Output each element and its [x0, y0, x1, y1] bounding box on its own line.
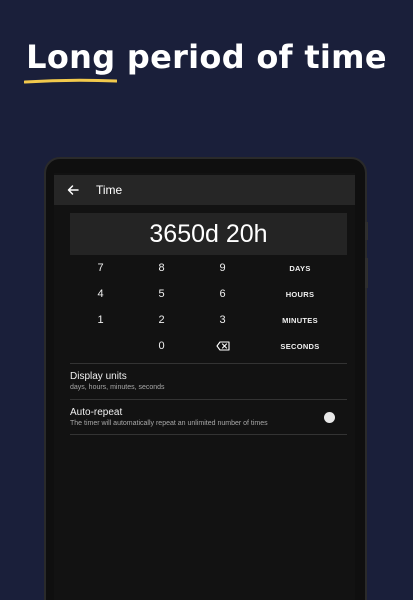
underline-decoration: [24, 78, 118, 84]
unit-minutes-button[interactable]: MINUTES: [253, 316, 347, 325]
backspace-icon: [215, 341, 230, 351]
display-units-setting[interactable]: Display units days, hours, minutes, seco…: [70, 371, 347, 391]
divider: [70, 434, 347, 435]
app-screen: Time 3650d 20h 7 8 9 DAYS 4 5 6 HOURS 1 …: [54, 173, 355, 600]
back-arrow-icon: [67, 185, 79, 195]
key-9[interactable]: 9: [192, 262, 253, 274]
setting-title: Auto-repeat: [70, 407, 123, 418]
key-3[interactable]: 3: [192, 314, 253, 326]
backspace-button[interactable]: [192, 340, 253, 352]
unit-seconds-button[interactable]: SECONDS: [253, 342, 347, 351]
key-1[interactable]: 1: [70, 314, 131, 326]
key-6[interactable]: 6: [192, 288, 253, 300]
divider: [70, 363, 347, 364]
keypad: 7 8 9 DAYS 4 5 6 HOURS 1 2 3 MINUTES 0 S…: [70, 255, 347, 359]
setting-subtitle: The timer will automatically repeat an u…: [70, 420, 268, 427]
headline: Long period of time: [0, 38, 413, 84]
setting-subtitle: days, hours, minutes, seconds: [70, 384, 165, 391]
side-button: [365, 222, 368, 240]
headline-word: Long: [26, 38, 116, 76]
key-4[interactable]: 4: [70, 288, 131, 300]
key-7[interactable]: 7: [70, 262, 131, 274]
divider: [70, 399, 347, 400]
keypad-row: 4 5 6 HOURS: [70, 281, 347, 307]
unit-days-button[interactable]: DAYS: [253, 264, 347, 273]
back-button[interactable]: [58, 175, 88, 205]
setting-title: Display units: [70, 371, 127, 382]
key-2[interactable]: 2: [131, 314, 192, 326]
headline-rest: period of time: [115, 38, 387, 76]
keypad-row: 0 SECONDS: [70, 333, 347, 359]
keypad-row: 7 8 9 DAYS: [70, 255, 347, 281]
headline-highlight: Long: [24, 38, 118, 84]
app-bar: Time: [54, 175, 355, 205]
key-8[interactable]: 8: [131, 262, 192, 274]
time-display: 3650d 20h: [70, 213, 347, 255]
tablet-frame: Time 3650d 20h 7 8 9 DAYS 4 5 6 HOURS 1 …: [44, 157, 367, 600]
side-button: [365, 258, 368, 288]
key-0[interactable]: 0: [131, 340, 192, 352]
unit-hours-button[interactable]: HOURS: [253, 290, 347, 299]
keypad-row: 1 2 3 MINUTES: [70, 307, 347, 333]
auto-repeat-toggle[interactable]: [324, 412, 335, 423]
auto-repeat-setting[interactable]: Auto-repeat The timer will automatically…: [70, 407, 347, 427]
key-5[interactable]: 5: [131, 288, 192, 300]
page-title: Time: [96, 183, 123, 197]
